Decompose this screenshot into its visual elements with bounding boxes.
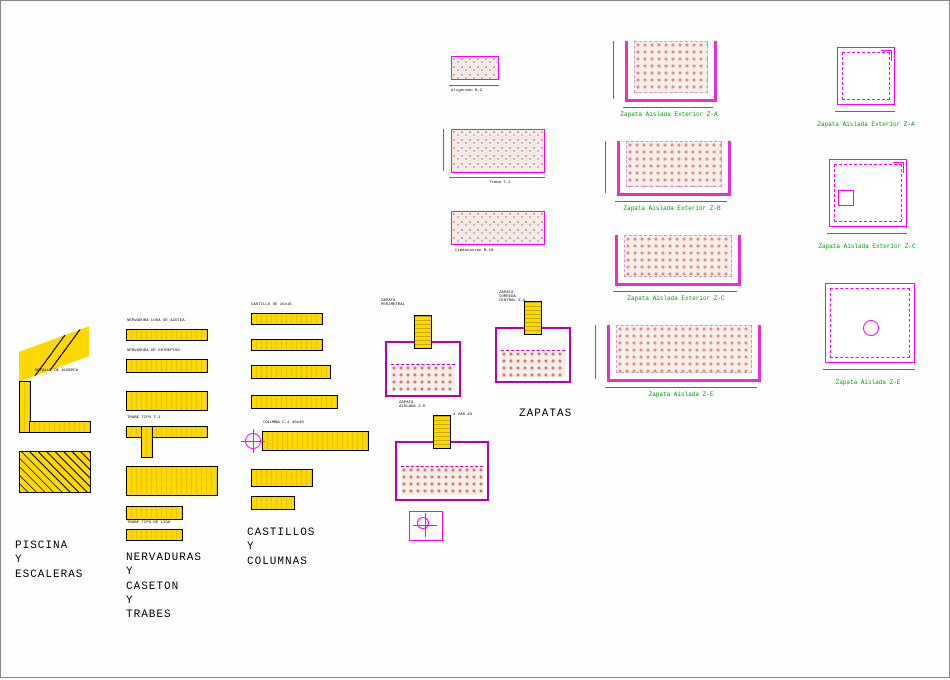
dim-line-v1 bbox=[443, 129, 444, 171]
zapata-corrida-label: ZAPATA CORRIDA CENTRAL Z-A bbox=[499, 291, 525, 303]
trabe-2b bbox=[141, 426, 153, 458]
cad-model-space[interactable]: PISCINA Y ESCALERAS NERVADURAS Y CASETON… bbox=[0, 0, 950, 678]
dim-za-v bbox=[613, 41, 614, 99]
zapata-aislada-section bbox=[395, 441, 489, 501]
label-zapatas: ZAPATAS bbox=[519, 407, 572, 421]
castillo-note: CASTILLO DE 15x15 bbox=[251, 303, 292, 307]
dim-ze-v bbox=[595, 325, 596, 379]
cimentacion-detail bbox=[451, 211, 545, 245]
footing-plan-zc bbox=[829, 159, 907, 227]
castillo-b bbox=[251, 339, 323, 351]
rebar-note: 4 VAR.#3 bbox=[453, 413, 472, 417]
footing-label-zc: Zapata Aislada Exterior Z-C bbox=[611, 295, 741, 302]
column-mark-icon bbox=[417, 517, 429, 529]
label-piscina-escaleras: PISCINA Y ESCALERAS bbox=[15, 539, 83, 582]
castillo-a bbox=[251, 313, 323, 325]
label-castillos: CASTILLOS Y COLUMNAS bbox=[247, 526, 315, 569]
dim-zb-h bbox=[615, 201, 727, 202]
trabe-3 bbox=[126, 506, 183, 520]
column-section-icon bbox=[245, 433, 261, 449]
aligerado-label: Aligerado B-2 bbox=[451, 89, 482, 93]
footing-plan-za bbox=[837, 47, 895, 105]
nervadura-note-2: NERVADURA DE ENTREPISO bbox=[127, 349, 180, 353]
footing-section-zb bbox=[617, 141, 731, 196]
footing-label-za: Zapata Aislada Exterior Z-A bbox=[619, 111, 719, 118]
footing-section-ze bbox=[607, 325, 761, 382]
zapata-aislada-label: ZAPATA AISLADA Z-D bbox=[399, 401, 425, 409]
trabe-detail bbox=[451, 129, 545, 173]
castillo-f bbox=[251, 496, 295, 510]
pool-floor-section bbox=[29, 421, 91, 433]
castillo-e bbox=[251, 469, 313, 487]
stair-plan bbox=[19, 451, 91, 493]
castillo-d bbox=[251, 395, 338, 409]
dim-plan-ze bbox=[823, 369, 915, 370]
plan-label-ze: Zapata Aislada Z-E bbox=[813, 379, 923, 386]
trabe-label: Trabe T-2 bbox=[489, 181, 511, 185]
dim-plan-zc bbox=[827, 233, 907, 234]
footing-label-zb: Zapata Aislada Exterior Z-B bbox=[613, 205, 731, 212]
plan-label-za: Zapata Aislada Exterior Z-A bbox=[811, 121, 921, 128]
zapata-perimetral-section bbox=[385, 341, 461, 397]
columna-note: COLUMNA C-1 40x40 bbox=[263, 421, 304, 425]
caseton-1 bbox=[126, 466, 218, 496]
dim-ze-h bbox=[605, 387, 757, 388]
dim-zc-h bbox=[613, 291, 737, 292]
nervadura-2 bbox=[126, 359, 208, 373]
dim-line bbox=[449, 85, 499, 86]
castillo-c bbox=[251, 365, 331, 379]
nervadura-note-1: NERVADURA LOSA DE AZOTEA bbox=[127, 319, 185, 323]
zapata-perimetral-label: ZAPATA PERIMETRAL bbox=[381, 299, 405, 307]
label-nervaduras: NERVADURAS Y CASETON Y TRABES bbox=[126, 551, 202, 622]
columna-beam bbox=[262, 431, 369, 451]
cimentacion-label: Cimentación B-10 bbox=[455, 249, 493, 253]
dim-za-h bbox=[623, 107, 713, 108]
footing-label-ze: Zapata Aislada Z-E bbox=[621, 391, 741, 398]
trabe-note-2: TRABE TIPO DE LIGA bbox=[127, 521, 170, 525]
trabe-note: TRABE TIPO T-1 bbox=[127, 416, 161, 420]
footing-section-zc bbox=[615, 235, 741, 286]
footing-section-za bbox=[625, 41, 717, 102]
trabe-4 bbox=[126, 529, 183, 541]
stair-section-1 bbox=[19, 326, 89, 381]
zapata-corrida-section bbox=[495, 327, 571, 383]
footing-plan-ze bbox=[825, 283, 915, 363]
stair-note: DETALLE DE ALBERCA bbox=[35, 369, 78, 373]
plan-label-zc: Zapata Aislada Exterior Z-C bbox=[807, 243, 927, 250]
dim-plan-za bbox=[835, 111, 895, 112]
nervadura-1 bbox=[126, 329, 208, 341]
dim-zb-v bbox=[605, 141, 606, 193]
dim-line-h1 bbox=[449, 177, 545, 178]
trabe-1 bbox=[126, 391, 208, 411]
aligerado-detail bbox=[451, 56, 499, 80]
trabe-2 bbox=[126, 426, 208, 438]
